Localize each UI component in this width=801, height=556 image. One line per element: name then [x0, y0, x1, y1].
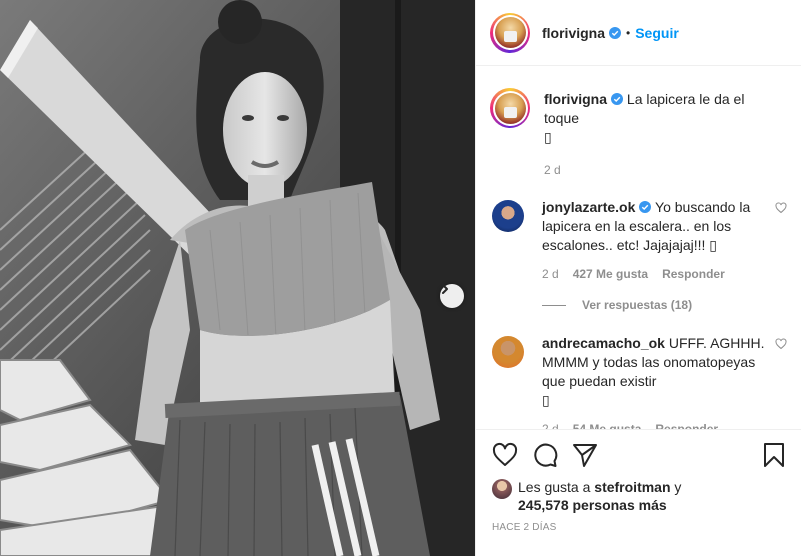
view-replies-label: Ver respuestas (18) — [582, 298, 693, 312]
comment-row: jonylazarte.ok Yo buscando la lapicera e… — [490, 198, 787, 284]
verified-badge-icon — [609, 26, 622, 39]
caption-username[interactable]: florivigna — [544, 91, 607, 107]
caption-meta: 2 d — [544, 161, 765, 180]
comment-time[interactable]: 2 d — [542, 420, 559, 429]
replies-divider — [542, 304, 566, 306]
post-side-panel: florivigna • Seguir florivigna La lapice… — [475, 0, 801, 556]
comment-body: andrecamacho_ok UFFF. AGHHH. MMMM y toda… — [542, 334, 787, 429]
post-actions: Les gusta a stefroitman y 245,578 person… — [476, 429, 801, 533]
comment-time[interactable]: 2 d — [542, 265, 559, 284]
likes-count[interactable]: 245,578 personas más — [518, 497, 667, 513]
comment-likes[interactable]: 54 Me gusta — [573, 420, 642, 429]
share-icon[interactable] — [572, 442, 598, 468]
next-photo-button[interactable] — [440, 284, 464, 308]
photo-illustration — [0, 0, 475, 556]
verified-badge-icon — [611, 93, 624, 105]
reply-button[interactable]: Responder — [662, 265, 725, 284]
author-username[interactable]: florivigna — [542, 25, 605, 41]
comment-avatar[interactable] — [492, 336, 524, 368]
action-icons — [492, 440, 787, 470]
comment-row: andrecamacho_ok UFFF. AGHHH. MMMM y toda… — [490, 334, 787, 429]
separator-dot: • — [626, 25, 631, 40]
comment-icon[interactable] — [532, 442, 558, 468]
comment-likes[interactable]: 427 Me gusta — [573, 265, 648, 284]
liker-avatar[interactable] — [492, 479, 512, 499]
post-photo — [0, 0, 475, 556]
likes-text: Les gusta a stefroitman y 245,578 person… — [518, 478, 681, 514]
comment-meta: 2 d 54 Me gusta Responder — [542, 420, 765, 429]
comments-list[interactable]: florivigna La lapicera le da el toque ▯ … — [476, 67, 801, 429]
caption-row: florivigna La lapicera le da el toque ▯ … — [490, 85, 787, 180]
comment-username[interactable]: andrecamacho_ok — [542, 335, 665, 351]
comment-avatar[interactable] — [492, 200, 524, 232]
post-time-ago[interactable]: HACE 2 DÍAS — [492, 522, 787, 533]
caption-avatar[interactable] — [490, 88, 530, 128]
verified-badge-icon — [639, 201, 652, 213]
caption-time[interactable]: 2 d — [544, 161, 561, 180]
caption-emoji: ▯ — [544, 129, 552, 145]
like-comment-heart-icon[interactable] — [775, 338, 787, 350]
likes-prefix: Les gusta a — [518, 479, 591, 495]
chevron-right-icon — [442, 284, 448, 294]
liker-username[interactable]: stefroitman — [594, 479, 670, 495]
follow-button[interactable]: Seguir — [635, 25, 679, 41]
comment-body: jonylazarte.ok Yo buscando la lapicera e… — [542, 198, 787, 284]
post-header: florivigna • Seguir — [476, 0, 801, 66]
likes-summary: Les gusta a stefroitman y 245,578 person… — [492, 478, 787, 514]
comment-username[interactable]: jonylazarte.ok — [542, 199, 635, 215]
comment-meta: 2 d 427 Me gusta Responder — [542, 265, 765, 284]
caption-body: florivigna La lapicera le da el toque ▯ … — [544, 85, 787, 180]
reply-button[interactable]: Responder — [655, 420, 718, 429]
author-avatar[interactable] — [490, 12, 530, 53]
heart-icon[interactable] — [492, 442, 518, 468]
like-comment-heart-icon[interactable] — [775, 202, 787, 214]
likes-conj: y — [674, 479, 682, 495]
bookmark-icon[interactable] — [761, 442, 787, 468]
view-replies-button[interactable]: Ver respuestas (18) — [542, 298, 787, 312]
comment-emoji: ▯ — [542, 392, 550, 408]
